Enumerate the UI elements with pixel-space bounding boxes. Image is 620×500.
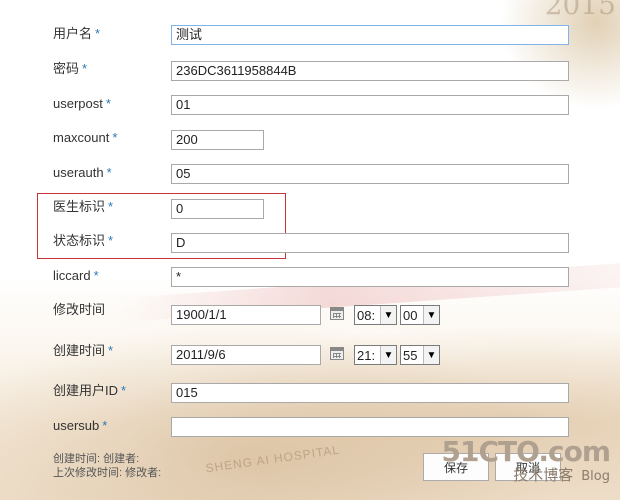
calendar-icon[interactable] <box>330 347 344 360</box>
liccard-label-text: liccard <box>53 268 91 283</box>
required-star: * <box>112 130 118 145</box>
required-star: * <box>82 61 88 76</box>
password-label: 密码 * <box>53 61 87 77</box>
background-year: 2015 <box>544 0 616 21</box>
usersub-label-text: usersub <box>53 418 100 433</box>
creator-id-label-text: 创建用户ID <box>53 383 119 398</box>
required-star: * <box>108 199 114 214</box>
required-star: * <box>105 96 111 111</box>
creator-id-input[interactable]: 015 <box>171 383 569 403</box>
maxcount-label: maxcount * <box>53 130 117 146</box>
userauth-label: userauth * <box>53 165 112 181</box>
chevron-down-icon: ▼ <box>380 306 396 324</box>
required-star: * <box>106 165 112 180</box>
required-star: * <box>95 26 101 41</box>
username-label: 用户名 * <box>53 26 100 42</box>
username-label-text: 用户名 <box>53 26 93 41</box>
created-hour-value: 21: <box>357 347 376 363</box>
liccard-label: liccard * <box>53 268 99 284</box>
doctor-flag-input[interactable]: 0 <box>171 199 264 219</box>
created-time-label-text: 创建时间 <box>53 343 106 358</box>
created-date-input[interactable]: 2011/9/6 <box>171 345 321 365</box>
chevron-down-icon: ▼ <box>380 346 396 364</box>
maxcount-label-text: maxcount <box>53 130 110 145</box>
userpost-input[interactable]: 01 <box>171 95 569 115</box>
required-star: * <box>121 383 127 398</box>
required-star: * <box>102 418 108 433</box>
status-flag-label: 状态标识 * <box>53 233 113 249</box>
required-star: * <box>108 343 114 358</box>
modified-minute-value: 00 <box>403 307 418 323</box>
watermark-blog-text: Blog <box>581 469 610 484</box>
watermark-logo-text: 51CTO.com <box>441 435 611 468</box>
usersub-label: usersub * <box>53 418 107 434</box>
doctor-flag-label-text: 医生标识 <box>53 199 106 214</box>
modified-time-label-text: 修改时间 <box>53 302 106 317</box>
modified-minute-select[interactable]: 00 ▼ <box>400 305 440 325</box>
password-label-text: 密码 <box>53 61 80 76</box>
required-star: * <box>93 268 99 283</box>
watermark-sub-text: 技术博客 <box>513 466 574 484</box>
userauth-label-text: userauth <box>53 165 104 180</box>
chevron-down-icon: ▼ <box>423 346 439 364</box>
chevron-down-icon: ▼ <box>423 306 439 324</box>
watermark-subtitle: 技术博客 Blog <box>442 466 610 486</box>
modified-hour-select[interactable]: 08: ▼ <box>354 305 397 325</box>
userpost-label-text: userpost <box>53 96 103 111</box>
doctor-flag-label: 医生标识 * <box>53 199 113 215</box>
required-star: * <box>108 233 114 248</box>
background-decoration-top: 2015 <box>500 0 620 110</box>
liccard-input[interactable]: * <box>171 267 569 287</box>
modified-time-label: 修改时间 <box>53 302 105 318</box>
created-hour-select[interactable]: 21: ▼ <box>354 345 397 365</box>
site-watermark: 51CTO.com 技术博客 Blog <box>441 435 611 486</box>
created-info-text: 创建时间: 创建者: <box>53 453 140 465</box>
created-minute-select[interactable]: 55 ▼ <box>400 345 440 365</box>
modified-info-text: 上次修改时间: 修改者: <box>53 467 162 479</box>
username-input[interactable]: 测试 <box>171 25 569 45</box>
calendar-icon[interactable] <box>330 307 344 320</box>
modified-hour-value: 08: <box>357 307 376 323</box>
created-minute-value: 55 <box>403 347 418 363</box>
userpost-label: userpost * <box>53 96 111 112</box>
creator-id-label: 创建用户ID * <box>53 383 126 399</box>
created-time-label: 创建时间 * <box>53 343 113 359</box>
password-input[interactable]: 236DC3611958844B <box>171 61 569 81</box>
maxcount-input[interactable]: 200 <box>171 130 264 150</box>
userauth-input[interactable]: 05 <box>171 164 569 184</box>
usersub-input[interactable] <box>171 417 569 437</box>
modified-date-input[interactable]: 1900/1/1 <box>171 305 321 325</box>
status-flag-label-text: 状态标识 <box>53 233 106 248</box>
status-flag-input[interactable]: D <box>171 233 569 253</box>
